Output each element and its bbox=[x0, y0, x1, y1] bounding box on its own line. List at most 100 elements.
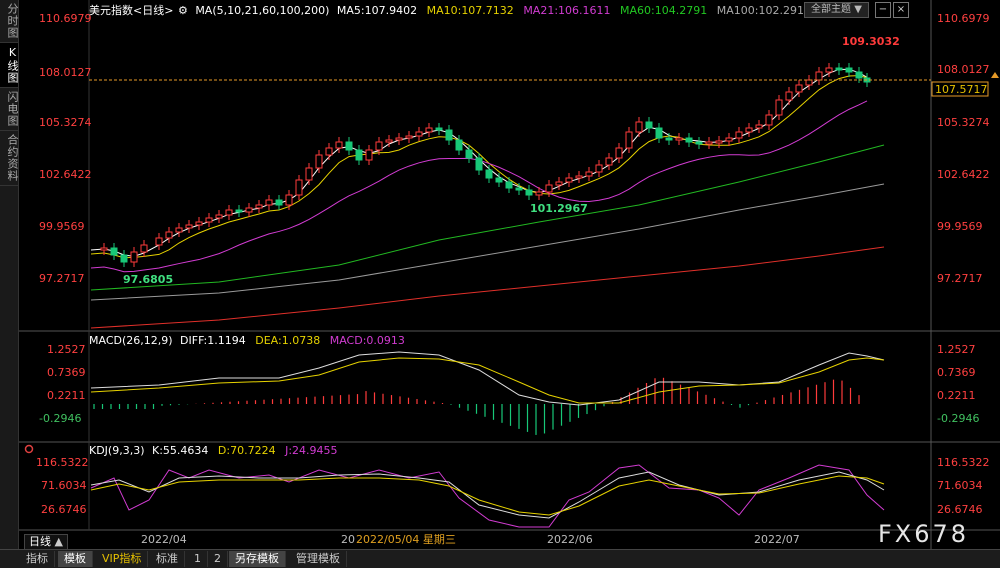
theme-dropdown-label: 全部主题 bbox=[811, 4, 851, 15]
macd-dea: DEA:1.0738 bbox=[255, 334, 320, 347]
kdj-d: D:70.7224 bbox=[218, 444, 276, 457]
chart-area: 110.6979 108.0127 105.3274 102.6422 99.9… bbox=[19, 0, 1000, 549]
candle-body bbox=[646, 122, 652, 128]
macd-diff-line bbox=[91, 352, 884, 405]
candle-body bbox=[426, 128, 432, 132]
tab-indicator[interactable]: 指标 bbox=[20, 551, 55, 567]
ma-label: MA(5,10,21,60,100,200) bbox=[195, 4, 329, 17]
candle-body bbox=[506, 182, 512, 188]
tab-1[interactable]: 1 bbox=[188, 551, 208, 567]
macd-tick: 0.2211 bbox=[47, 389, 86, 402]
kdj-tick: 116.5322 bbox=[36, 456, 89, 469]
price-tick: 97.2717 bbox=[39, 272, 85, 285]
price-tick: 110.6979 bbox=[39, 12, 92, 25]
panel-settings-icon[interactable] bbox=[26, 446, 33, 453]
candle-body bbox=[716, 141, 722, 143]
macd-diff: DIFF:1.1194 bbox=[180, 334, 246, 347]
price-tick: 102.6422 bbox=[39, 168, 92, 181]
price-marker-icon bbox=[991, 72, 999, 78]
macd-dea-line bbox=[91, 358, 884, 403]
close-icon[interactable]: × bbox=[893, 2, 909, 18]
kline-chart[interactable]: 110.6979 108.0127 105.3274 102.6422 99.9… bbox=[19, 0, 1000, 549]
kdj-j-line bbox=[91, 465, 884, 527]
price-tick: 99.9569 bbox=[39, 220, 85, 233]
ma10-value: MA10:107.7132 bbox=[427, 4, 514, 17]
candle-body bbox=[666, 138, 672, 140]
tab-template[interactable]: 模板 bbox=[58, 551, 93, 567]
candle-body bbox=[356, 150, 362, 160]
period-selector-label: 日线 bbox=[29, 535, 51, 548]
tab-vip-indicator[interactable]: VIP指标 bbox=[96, 551, 148, 567]
candle-body bbox=[186, 225, 192, 228]
candle-body bbox=[336, 142, 342, 148]
x-axis-label: 2022/07 bbox=[754, 533, 800, 546]
current-price-label: 107.5717 bbox=[935, 83, 988, 96]
candle-body bbox=[466, 150, 472, 158]
candle-body bbox=[236, 210, 242, 212]
minimize-icon[interactable]: − bbox=[875, 2, 891, 18]
candle-body bbox=[406, 136, 412, 138]
tab-save-template[interactable]: 另存模板 bbox=[229, 551, 286, 567]
tab-kline[interactable]: K线图 bbox=[0, 43, 18, 88]
candle-body bbox=[346, 142, 352, 150]
candle-body bbox=[486, 170, 492, 178]
crosshair-date-label: 2022/05/04 星期三 bbox=[356, 533, 456, 546]
watermark-logo: FX678 bbox=[878, 520, 969, 548]
candle-body bbox=[786, 92, 792, 100]
kdj-tick: 26.6746 bbox=[41, 503, 87, 516]
candle-body bbox=[746, 128, 752, 132]
candle-body bbox=[396, 138, 402, 140]
price-tick-right: 99.9569 bbox=[937, 220, 983, 233]
candle-body bbox=[586, 172, 592, 176]
candle-body bbox=[196, 222, 202, 225]
candle-body bbox=[246, 208, 252, 212]
price-tick: 105.3274 bbox=[39, 116, 92, 129]
candle-body bbox=[576, 176, 582, 178]
macd-tick-right: 0.2211 bbox=[937, 389, 976, 402]
macd-header: MACD(26,12,9) DIFF:1.1194 DEA:1.0738 MAC… bbox=[89, 334, 405, 347]
candle-body bbox=[416, 132, 422, 136]
candle-body bbox=[806, 80, 812, 85]
theme-dropdown[interactable]: 全部主题 ▼ bbox=[804, 2, 869, 18]
instrument-title[interactable]: 美元指数<日线> bbox=[89, 4, 173, 17]
macd-tick-right: 0.7369 bbox=[937, 366, 976, 379]
kdj-d-line bbox=[91, 476, 884, 515]
tab-timeshare[interactable]: 分时图 bbox=[0, 0, 18, 43]
candle-body bbox=[266, 200, 272, 205]
price-tick-right: 97.2717 bbox=[937, 272, 983, 285]
candle-body bbox=[456, 140, 462, 150]
period-selector[interactable]: 日线 ▲ bbox=[24, 534, 68, 550]
candle-body bbox=[476, 158, 482, 170]
macd-tick-right: -0.2946 bbox=[937, 412, 979, 425]
candle-body bbox=[166, 232, 172, 238]
x-axis-label: 2022/04 bbox=[141, 533, 187, 546]
moving-average-lines bbox=[91, 69, 884, 328]
tab-contract-info[interactable]: 合约资料 bbox=[0, 131, 18, 186]
settings-icon[interactable]: ⚙ bbox=[178, 4, 188, 17]
candle-body bbox=[121, 255, 127, 262]
tab-flash[interactable]: 闪电图 bbox=[0, 88, 18, 131]
tab-standard[interactable]: 标准 bbox=[150, 551, 185, 567]
price-tick-right: 110.6979 bbox=[937, 12, 990, 25]
candle-body bbox=[226, 210, 232, 215]
main-chart-header: 美元指数<日线> ⚙ MA(5,10,21,60,100,200) MA5:10… bbox=[89, 2, 804, 18]
candle-body bbox=[676, 138, 682, 140]
candle-body bbox=[306, 168, 312, 180]
candle-body bbox=[206, 218, 212, 222]
kdj-tick-right: 71.6034 bbox=[937, 479, 983, 492]
candle-body bbox=[846, 68, 852, 72]
candle-body bbox=[606, 158, 612, 165]
bottom-toolbar: 指标 模板 VIP指标 标准 1 2 另存模板 管理模板 bbox=[0, 549, 1000, 568]
tab-manage-template[interactable]: 管理模板 bbox=[290, 551, 347, 567]
kdj-label: KDJ(9,3,3) bbox=[89, 444, 145, 457]
macd-panel bbox=[91, 352, 884, 435]
candle-body bbox=[546, 185, 552, 192]
candle-body bbox=[316, 155, 322, 168]
candle-body bbox=[296, 180, 302, 195]
kdj-tick-right: 116.5322 bbox=[937, 456, 990, 469]
candle-body bbox=[816, 72, 822, 80]
tab-2[interactable]: 2 bbox=[208, 551, 228, 567]
candle-body bbox=[156, 238, 162, 245]
candle-body bbox=[176, 228, 182, 232]
candle-body bbox=[526, 190, 532, 195]
